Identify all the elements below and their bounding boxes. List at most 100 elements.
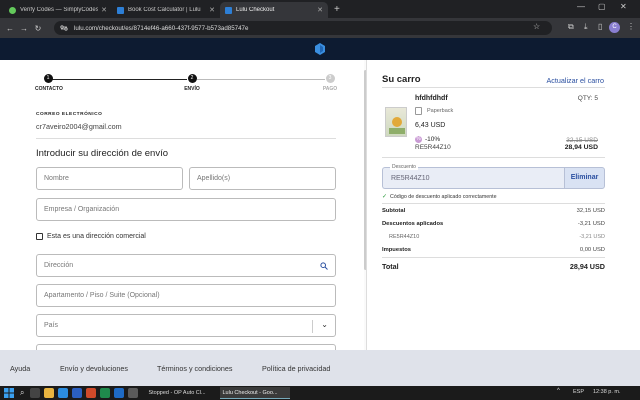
- update-cart-link[interactable]: Actualizar el carro: [546, 76, 604, 85]
- select-divider: [312, 320, 313, 333]
- placeholder: Dirección: [44, 262, 74, 269]
- placeholder: Apartamento / Piso / Suite (Opcional): [44, 292, 160, 299]
- discounts-value: -3,21 USD: [577, 221, 605, 227]
- address-toolbar: ← → ↻ lulu.com/checkout/es/8714ef46-a660…: [0, 18, 640, 38]
- extensions-icon[interactable]: ⧉: [568, 22, 574, 32]
- tab-simplycodes[interactable]: Verify Codes — SimplyCodes ✕: [4, 2, 112, 18]
- tab-lulu-checkout[interactable]: Lulu Checkout ✕: [220, 2, 328, 18]
- applied-code-label: RE5R44Z10: [389, 234, 420, 240]
- minimize-icon[interactable]: —: [577, 2, 585, 11]
- step-envio[interactable]: 2 ENVÍO: [179, 74, 205, 92]
- back-icon[interactable]: ←: [3, 24, 17, 33]
- book-format-icon: [415, 107, 422, 115]
- menu-kebab-icon[interactable]: ⋮: [627, 22, 635, 31]
- apartment-field[interactable]: Apartamento / Piso / Suite (Opcional): [36, 284, 336, 307]
- cart-title: Su carro: [382, 74, 421, 85]
- footer-link-terms[interactable]: Términos y condiciones: [157, 364, 233, 373]
- close-tab-icon[interactable]: ✕: [101, 6, 107, 14]
- progress-line: [197, 78, 325, 80]
- language-indicator[interactable]: ESP: [573, 389, 584, 395]
- close-tab-icon[interactable]: ✕: [209, 6, 215, 14]
- total-value: 28,94 USD: [569, 262, 605, 271]
- taxes-value: 0,00 USD: [579, 247, 605, 253]
- word-icon[interactable]: [72, 388, 83, 398]
- divider: [382, 203, 605, 204]
- discounts-label: Descuentos aplicados: [382, 221, 444, 227]
- step-label: PAGO: [322, 86, 338, 92]
- last-name-field[interactable]: Apellido(s): [189, 167, 336, 190]
- taskview-icon[interactable]: [30, 388, 41, 398]
- profile-avatar[interactable]: C: [609, 22, 620, 33]
- item-qty: QTY: 5: [577, 95, 598, 102]
- discount-field-label: Descuento: [390, 164, 418, 170]
- chevron-down-icon: ⌄: [321, 320, 328, 329]
- item-old-price: 32,15 USD: [566, 137, 598, 144]
- placeholder: Apellido(s): [197, 175, 231, 182]
- reload-icon[interactable]: ↻: [31, 24, 45, 33]
- book-cover-thumbnail: [385, 107, 407, 137]
- first-name-field[interactable]: Nombre: [36, 167, 183, 190]
- total-label: Total: [382, 262, 399, 271]
- progress-line: [52, 78, 187, 80]
- shipping-heading: Introducir su dirección de envío: [36, 148, 169, 159]
- discount-tag-icon: %: [415, 136, 422, 143]
- app-icon[interactable]: [128, 388, 139, 398]
- close-window-icon[interactable]: ✕: [620, 2, 627, 11]
- address-field[interactable]: Dirección: [36, 254, 336, 277]
- applied-code-value: -3,21 USD: [579, 234, 605, 240]
- item-discount-pct: -10%: [425, 136, 441, 143]
- check-icon: ✓: [382, 194, 388, 200]
- bookmark-star-icon[interactable]: ☆: [533, 22, 540, 31]
- country-select[interactable]: País ⌄: [36, 314, 336, 337]
- clock[interactable]: 12:38 p. m.: [593, 389, 621, 395]
- remove-label: Eliminar: [570, 174, 599, 181]
- site-header: [0, 38, 640, 60]
- placeholder: Empresa / Organización: [44, 206, 120, 213]
- sidepanel-icon[interactable]: ▯: [598, 22, 602, 31]
- forward-icon[interactable]: →: [17, 24, 31, 33]
- divider: [36, 138, 336, 139]
- placeholder: Nombre: [44, 175, 69, 182]
- contact-email: cr7aveiro2004@gmail.com: [36, 122, 122, 131]
- footer-link-help[interactable]: Ayuda: [10, 364, 30, 373]
- url-bar[interactable]: lulu.com/checkout/es/8714ef46-a660-437f-…: [54, 21, 552, 35]
- tray-chevron-icon[interactable]: ^: [557, 388, 560, 394]
- commercial-address-checkbox[interactable]: Esta es una dirección comercial: [36, 233, 146, 240]
- site-info-icon[interactable]: [60, 24, 68, 32]
- new-tab-icon[interactable]: +: [328, 2, 346, 18]
- windows-start-icon[interactable]: [4, 388, 14, 398]
- subtotal-value: 32,15 USD: [576, 208, 605, 214]
- outlook-icon[interactable]: [114, 388, 125, 398]
- search-icon[interactable]: ⌕: [20, 388, 24, 398]
- maximize-icon[interactable]: ▢: [598, 2, 606, 11]
- lulu-favicon-icon: [117, 6, 124, 14]
- excel-icon[interactable]: [100, 388, 111, 398]
- step-pago: 3 PAGO: [317, 74, 343, 92]
- taskbar-item-opautoclicker[interactable]: Stopped - OP Auto Cl...: [148, 387, 216, 399]
- cart-panel: Su carro Actualizar el carro hfdhfdhdf Q…: [368, 60, 640, 350]
- divider: [382, 257, 605, 258]
- edge-icon[interactable]: [58, 388, 69, 398]
- discount-code-field[interactable]: Descuento RE5R44Z10: [382, 164, 564, 189]
- lulu-logo-icon[interactable]: [315, 43, 325, 55]
- footer-link-privacy[interactable]: Política de privacidad: [262, 364, 330, 373]
- close-tab-icon[interactable]: ✕: [317, 6, 323, 14]
- checkbox[interactable]: [36, 233, 43, 240]
- file-explorer-icon[interactable]: [44, 388, 55, 398]
- company-field[interactable]: Empresa / Organización: [36, 198, 336, 221]
- powerpoint-icon[interactable]: [86, 388, 97, 398]
- tab-book-cost-calculator[interactable]: Book Cost Calculator | Lulu ✕: [112, 2, 220, 18]
- step-contacto[interactable]: 1 CONTACTO: [35, 74, 63, 92]
- simplycodes-favicon-icon: [9, 6, 16, 14]
- browser-tabbar: Verify Codes — SimplyCodes ✕ Book Cost C…: [0, 0, 640, 18]
- remove-discount-button[interactable]: Eliminar: [564, 167, 605, 189]
- discount-field-value: RE5R44Z10: [391, 175, 430, 182]
- url-text: lulu.com/checkout/es/8714ef46-a660-437f-…: [74, 24, 249, 32]
- taskbar-item-chrome[interactable]: Lulu Checkout - Goo...: [220, 387, 291, 399]
- item-title: hfdhfdhdf: [415, 95, 448, 102]
- footer-link-shipping[interactable]: Envío y devoluciones: [60, 364, 128, 373]
- taxes-label: Impuestos: [382, 247, 411, 253]
- download-icon[interactable]: ⤓: [584, 22, 588, 32]
- taskbar-item-label: Lulu Checkout - Goo...: [222, 390, 278, 396]
- tab-label: Book Cost Calculator | Lulu: [128, 7, 201, 13]
